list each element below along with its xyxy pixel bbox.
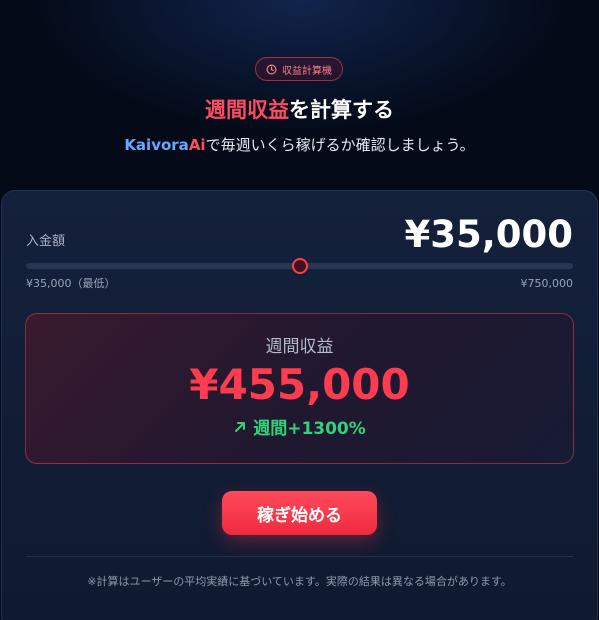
- title-highlight: 週間収益: [205, 98, 289, 122]
- slider-thumb[interactable]: [291, 258, 308, 274]
- deposit-slider[interactable]: [26, 258, 573, 274]
- brand-name-kaivora: Kaivora: [124, 136, 189, 154]
- page-title: 週間収益を計算する: [0, 96, 599, 124]
- growth-rate-text: 週間+1300%: [253, 419, 366, 439]
- growth-rate: 週間+1300%: [25, 417, 574, 441]
- subtitle-text: で毎週いくら稼げるか確認しましょう。: [205, 136, 475, 154]
- slider-max-label: ¥750,000: [520, 277, 574, 290]
- badge-label: 収益計算機: [282, 65, 332, 77]
- trend-up-arrow-icon: [233, 417, 247, 441]
- weekly-profit-label: 週間収益: [265, 337, 334, 357]
- divider: [26, 556, 573, 557]
- disclaimer-text: ※計算はユーザーの平均実績に基づいています。実際の結果は異なる場合があります。: [87, 575, 512, 588]
- deposit-label: 入金額: [26, 234, 66, 249]
- weekly-profit-amount: ¥455,000: [189, 360, 410, 409]
- clock-icon: [266, 64, 277, 75]
- slider-min-label: ¥35,000（最低）: [26, 277, 116, 290]
- deposit-amount: ¥35,000: [404, 213, 573, 256]
- brand-name-ai: Ai: [188, 136, 206, 154]
- start-earning-button[interactable]: 稼ぎ始める: [222, 491, 377, 535]
- page-subtitle: KaivoraAiで毎週いくら稼げるか確認しましょう。: [0, 134, 599, 156]
- calculator-badge: 収益計算機: [255, 57, 343, 81]
- title-rest: を計算する: [289, 98, 394, 122]
